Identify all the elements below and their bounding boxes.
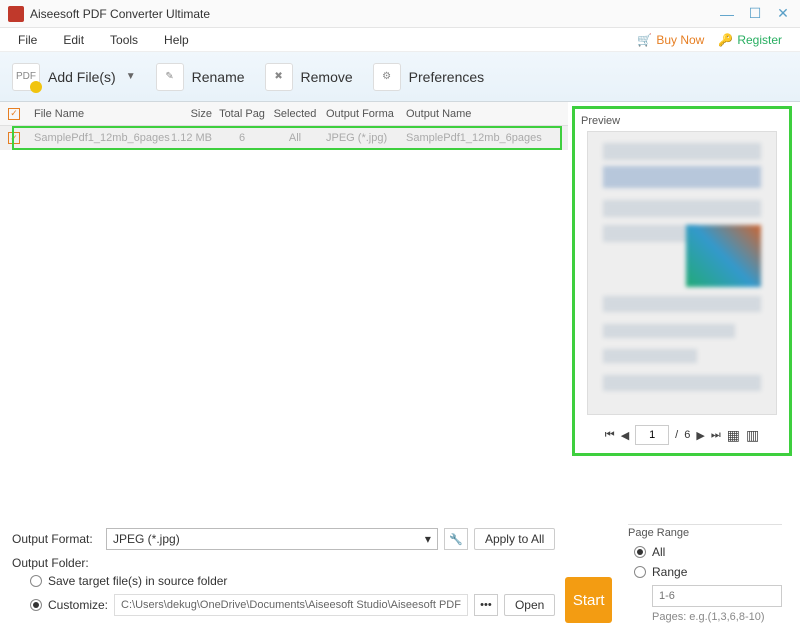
bottom-area: Output Format: JPEG (*.jpg) ▾ 🔧 Apply to… bbox=[0, 520, 800, 635]
radio-customize[interactable] bbox=[30, 599, 42, 611]
range-hint: Pages: e.g.(1,3,6,8-10) bbox=[652, 611, 782, 623]
all-pages-label: All bbox=[652, 545, 665, 559]
header-total-pages[interactable]: Total Pag bbox=[216, 108, 268, 120]
add-files-label: Add File(s) bbox=[48, 69, 116, 85]
row-checkbox[interactable]: ✓ bbox=[8, 132, 20, 144]
grid-header: ✓ File Name Size Total Pag Selected Outp… bbox=[0, 102, 568, 126]
preferences-label: Preferences bbox=[409, 69, 484, 85]
preview-panel: Preview ⏮ ◀ / 6 ▶ ⏭ ▦ ▥ bbox=[568, 102, 800, 520]
next-page-icon[interactable]: ▶ bbox=[696, 429, 704, 442]
customize-path-field[interactable]: C:\Users\dekug\OneDrive\Documents\Aisees… bbox=[114, 594, 468, 616]
menu-tools[interactable]: Tools bbox=[110, 33, 138, 47]
page-add-icon[interactable]: ▥ bbox=[746, 427, 759, 444]
output-format-select[interactable]: JPEG (*.jpg) ▾ bbox=[106, 528, 438, 550]
cell-output-format: JPEG (*.jpg) bbox=[322, 132, 402, 144]
register-label: Register bbox=[737, 33, 782, 47]
content-area: ✓ File Name Size Total Pag Selected Outp… bbox=[0, 102, 800, 520]
cell-output-name: SamplePdf1_12mb_6pages bbox=[402, 132, 568, 144]
key-icon: 🔑 bbox=[718, 33, 733, 47]
page-range-panel: Page Range All Range Pages: e.g.(1,3,6,8… bbox=[622, 528, 788, 623]
page-range-label: Page Range bbox=[628, 524, 782, 539]
remove-label: Remove bbox=[301, 69, 353, 85]
add-files-button[interactable]: PDF Add File(s) ▼ bbox=[12, 63, 136, 91]
start-button[interactable]: Start bbox=[565, 577, 612, 623]
grid-body: ✓ SamplePdf1_12mb_6pages 1.12 MB 6 All J… bbox=[0, 126, 568, 520]
header-file-name[interactable]: File Name bbox=[28, 108, 166, 120]
file-list-panel: ✓ File Name Size Total Pag Selected Outp… bbox=[0, 102, 568, 520]
output-format-value: JPEG (*.jpg) bbox=[113, 532, 180, 546]
save-source-label: Save target file(s) in source folder bbox=[48, 574, 227, 588]
page-view-icon[interactable]: ▦ bbox=[727, 427, 740, 444]
total-pages: 6 bbox=[684, 429, 690, 441]
buy-now-link[interactable]: 🛒 Buy Now bbox=[637, 33, 704, 47]
menu-file[interactable]: File bbox=[18, 33, 37, 47]
window-controls: — ☐ ✕ bbox=[718, 5, 792, 23]
output-format-label: Output Format: bbox=[12, 532, 100, 546]
first-page-icon[interactable]: ⏮ bbox=[605, 429, 615, 442]
menu-edit[interactable]: Edit bbox=[63, 33, 84, 47]
current-page-input[interactable] bbox=[635, 425, 669, 445]
output-settings: Output Format: JPEG (*.jpg) ▾ 🔧 Apply to… bbox=[12, 528, 555, 623]
header-selected[interactable]: Selected bbox=[268, 108, 322, 120]
preferences-icon: ⚙ bbox=[373, 63, 401, 91]
buy-now-label: Buy Now bbox=[656, 33, 704, 47]
cell-file-name: SamplePdf1_12mb_6pages bbox=[28, 132, 166, 144]
app-icon bbox=[8, 6, 24, 22]
window-title: Aiseesoft PDF Converter Ultimate bbox=[30, 7, 210, 21]
pdf-plus-icon: PDF bbox=[12, 63, 40, 91]
main-toolbar: PDF Add File(s) ▼ ✎ Rename ✖ Remove ⚙ Pr… bbox=[0, 52, 800, 102]
checkbox-icon: ✓ bbox=[8, 108, 20, 120]
maximize-button[interactable]: ☐ bbox=[746, 5, 764, 23]
preferences-button[interactable]: ⚙ Preferences bbox=[373, 63, 484, 91]
page-sep: / bbox=[675, 429, 678, 441]
rename-label: Rename bbox=[192, 69, 245, 85]
register-link[interactable]: 🔑 Register bbox=[718, 33, 782, 47]
radio-all-pages[interactable] bbox=[634, 546, 646, 558]
cell-total-pages: 6 bbox=[216, 132, 268, 144]
remove-button[interactable]: ✖ Remove bbox=[265, 63, 353, 91]
last-page-icon[interactable]: ⏭ bbox=[711, 429, 721, 442]
close-button[interactable]: ✕ bbox=[774, 5, 792, 23]
header-output-name[interactable]: Output Name bbox=[402, 108, 568, 120]
browse-button[interactable]: ••• bbox=[474, 594, 498, 616]
chevron-down-icon: ▼ bbox=[126, 71, 136, 82]
minimize-button[interactable]: — bbox=[718, 5, 736, 23]
range-pages-label: Range bbox=[652, 565, 687, 579]
table-row[interactable]: ✓ SamplePdf1_12mb_6pages 1.12 MB 6 All J… bbox=[0, 126, 568, 150]
cart-icon: 🛒 bbox=[637, 33, 652, 47]
output-folder-label: Output Folder: bbox=[12, 556, 555, 570]
open-button[interactable]: Open bbox=[504, 594, 555, 616]
title-bar: Aiseesoft PDF Converter Ultimate — ☐ ✕ bbox=[0, 0, 800, 28]
preview-box: Preview ⏮ ◀ / 6 ▶ ⏭ ▦ ▥ bbox=[572, 106, 792, 456]
cell-selected: All bbox=[268, 132, 322, 144]
chevron-down-icon: ▾ bbox=[425, 532, 431, 546]
cell-size: 1.12 MB bbox=[166, 132, 216, 144]
rename-button[interactable]: ✎ Rename bbox=[156, 63, 245, 91]
customize-label: Customize: bbox=[48, 598, 108, 612]
wrench-icon: 🔧 bbox=[449, 533, 463, 546]
menu-bar: File Edit Tools Help 🛒 Buy Now 🔑 Registe… bbox=[0, 28, 800, 52]
header-check[interactable]: ✓ bbox=[0, 108, 28, 120]
radio-save-source[interactable] bbox=[30, 575, 42, 587]
settings-wrench-button[interactable]: 🔧 bbox=[444, 528, 468, 550]
prev-page-icon[interactable]: ◀ bbox=[621, 429, 629, 442]
header-size[interactable]: Size bbox=[166, 108, 216, 120]
rename-icon: ✎ bbox=[156, 63, 184, 91]
remove-icon: ✖ bbox=[265, 63, 293, 91]
range-input[interactable] bbox=[652, 585, 782, 607]
menu-help[interactable]: Help bbox=[164, 33, 189, 47]
header-output-format[interactable]: Output Forma bbox=[322, 108, 402, 120]
apply-to-all-button[interactable]: Apply to All bbox=[474, 528, 555, 550]
preview-label: Preview bbox=[581, 115, 783, 127]
radio-range-pages[interactable] bbox=[634, 566, 646, 578]
preview-navigation: ⏮ ◀ / 6 ▶ ⏭ ▦ ▥ bbox=[581, 421, 783, 449]
preview-image bbox=[587, 131, 777, 415]
ellipsis-icon: ••• bbox=[480, 599, 492, 611]
